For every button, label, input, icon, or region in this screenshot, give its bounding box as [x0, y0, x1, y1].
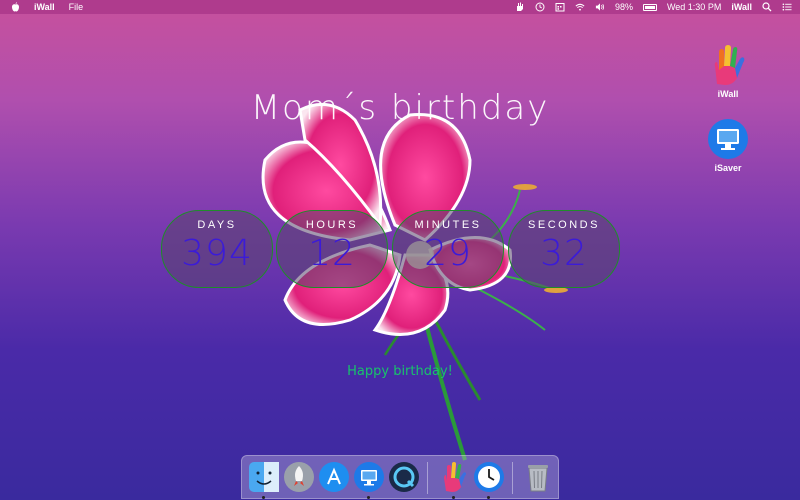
seconds-value: 32: [540, 233, 588, 274]
minutes-value: 29: [424, 233, 472, 274]
iwall-running-indicator: [452, 496, 455, 499]
desktop-icon-iwall-label: iWall: [717, 89, 739, 99]
minutes-label: MINUTES: [414, 219, 482, 231]
isaver-icon[interactable]: [353, 461, 385, 493]
days-label: DAYS: [197, 219, 237, 231]
finder-icon[interactable]: [248, 461, 280, 493]
desktop-icon-iwall[interactable]: iWall: [698, 44, 758, 99]
desktop-icon-isaver-label: iSaver: [714, 163, 742, 173]
hours-counter: HOURS 12: [276, 210, 388, 288]
clock-running-indicator: [487, 496, 490, 499]
days-value: 394: [181, 233, 253, 274]
birthday-message: Happy birthday!: [347, 364, 453, 379]
hours-value: 12: [308, 233, 356, 274]
seconds-counter: SECONDS 32: [508, 210, 620, 288]
app-store-icon[interactable]: [318, 461, 350, 493]
hours-label: HOURS: [305, 219, 359, 231]
desktop-icon-isaver[interactable]: iSaver: [698, 118, 758, 173]
dock: [241, 455, 559, 499]
finder-running-indicator: [262, 496, 265, 499]
iwall-icon[interactable]: [438, 461, 470, 493]
isaver-running-indicator: [367, 496, 370, 499]
quicktime-icon[interactable]: [388, 461, 420, 493]
countdown-title: Mom´s birthday: [250, 88, 550, 128]
seconds-label: SECONDS: [528, 219, 600, 231]
days-counter: DAYS 394: [161, 210, 273, 288]
dock-separator: [427, 462, 428, 494]
launchpad-icon[interactable]: [283, 461, 315, 493]
iwall-hand-icon: [707, 44, 749, 86]
dock-separator: [512, 462, 513, 494]
isaver-monitor-icon: [707, 118, 749, 160]
clock-icon[interactable]: [473, 461, 505, 493]
minutes-counter: MINUTES 29: [392, 210, 504, 288]
trash-icon[interactable]: [522, 461, 554, 493]
